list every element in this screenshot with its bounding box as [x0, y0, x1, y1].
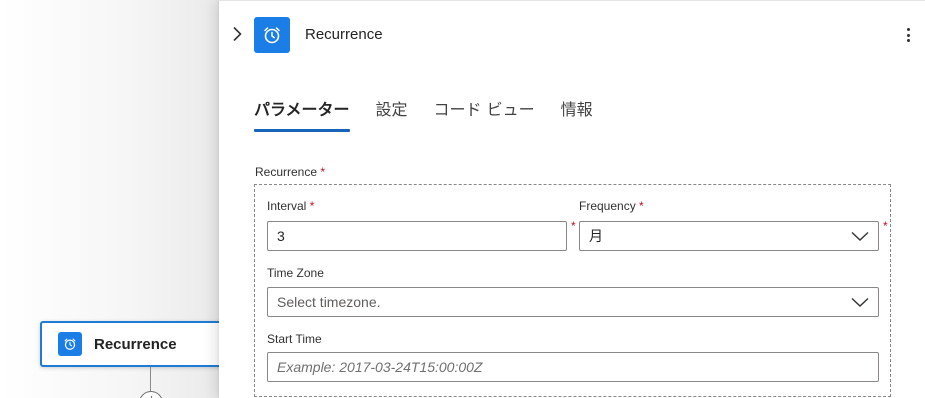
timezone-label: Time Zone: [267, 266, 324, 280]
action-details-panel: Recurrence パラメーター 設定 コード ビュー 情報 Recurren…: [219, 0, 925, 398]
designer-canvas: Recurrence: [0, 0, 230, 398]
recurrence-trigger-card[interactable]: Recurrence: [40, 321, 230, 367]
panel-header: Recurrence: [219, 1, 925, 69]
more-options-button[interactable]: [905, 26, 911, 44]
interval-label: Interval *: [267, 199, 315, 213]
tab-settings[interactable]: 設定: [376, 96, 408, 132]
tab-parameters[interactable]: パラメーター: [254, 96, 350, 132]
alarm-clock-icon: [254, 17, 290, 53]
trigger-card-title: Recurrence: [94, 335, 177, 353]
interval-input[interactable]: 3: [267, 221, 567, 251]
recurrence-section-label: Recurrence *: [255, 165, 326, 179]
collapse-panel-button[interactable]: [229, 23, 245, 45]
alarm-clock-icon: [58, 332, 82, 356]
frequency-required-marker: *: [883, 219, 888, 233]
panel-tabs: パラメーター 設定 コード ビュー 情報: [254, 96, 619, 132]
interval-required-marker: *: [571, 219, 576, 233]
more-dots-icon: [906, 28, 910, 31]
tab-about[interactable]: 情報: [561, 96, 593, 132]
tab-code-view[interactable]: コード ビュー: [434, 96, 535, 132]
add-step-button[interactable]: [139, 391, 163, 398]
frequency-dropdown[interactable]: 月: [579, 221, 879, 251]
panel-title[interactable]: Recurrence: [305, 26, 383, 43]
required-asterisk: *: [320, 165, 326, 179]
chevron-down-icon: [851, 297, 869, 307]
chevron-down-icon: [851, 231, 869, 241]
start-time-input[interactable]: Example: 2017-03-24T15:00:00Z: [267, 352, 879, 382]
recurrence-parameter-group: Interval * 3 * Frequency * 月 * Time Zone…: [254, 184, 891, 397]
frequency-label: Frequency *: [579, 199, 644, 213]
timezone-dropdown[interactable]: Select timezone.: [267, 287, 879, 317]
chevron-right-icon: [233, 26, 242, 42]
start-time-label: Start Time: [267, 332, 322, 346]
